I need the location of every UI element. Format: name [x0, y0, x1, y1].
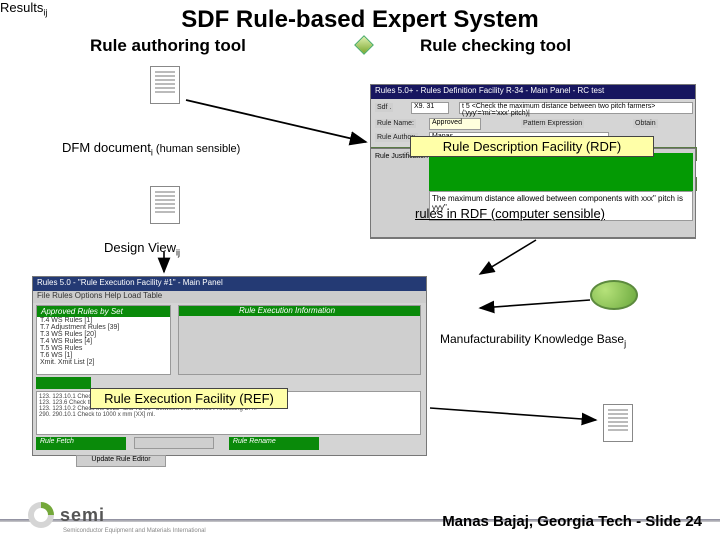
ref-footer: Rule Fetch Rule Rename Update Rule Edito… [36, 437, 421, 453]
ref-window-title: Rules 5.0 - "Rule Execution Facility #1"… [33, 277, 426, 291]
list-item[interactable]: T.3 WS Rules [20] [37, 331, 170, 338]
ref-green-tab [36, 377, 91, 389]
rdf-rule-name-field[interactable]: Approved [429, 118, 481, 130]
dfm-doc-text: DFM document [62, 140, 151, 155]
ref-exec-header: Rule Execution Information [179, 306, 335, 315]
mfg-kb-text: Manufacturability Knowledge Base [440, 332, 624, 346]
ref-callout: Rule Execution Facility (REF) [90, 388, 288, 409]
slide-title: SDF Rule-based Expert System [0, 6, 720, 34]
ref-rules-list[interactable]: Approved Rules by Set T.4 WS Rules [1] T… [36, 305, 171, 375]
rdf-pattern-label: Pattern Expression [521, 119, 584, 128]
ref-rule-fetch-label: Rule Fetch [36, 437, 126, 450]
ref-rule-rename-label: Rule Rename [229, 437, 319, 450]
ref-menu[interactable]: File Rules Options Help Load Table [33, 291, 426, 303]
list-item[interactable]: T.4 WS Rules [4] [37, 338, 170, 345]
ref-rules-header: Approved Rules by Set [37, 306, 170, 317]
ref-fetch-field[interactable] [134, 437, 214, 449]
semi-logo: semi [28, 502, 105, 528]
design-view-label: Design Viewij [104, 240, 180, 258]
semi-tagline: Semiconductor Equipment and Materials In… [63, 528, 206, 534]
left-subtitle: Rule authoring tool [90, 36, 246, 56]
list-item[interactable]: T.5 WS Rules [37, 345, 170, 352]
mfg-kb-label: Manufacturability Knowledge Basej [440, 332, 626, 348]
list-item[interactable]: T.6 WS [1] [37, 352, 170, 359]
design-view-text: Design View [104, 240, 176, 255]
rdf-obtain-label: Obtain [633, 119, 658, 128]
document-icon [150, 186, 180, 224]
semi-logo-icon [28, 502, 54, 528]
log-line: 290. 290.10.1 Check to 1000 x mm [XX] ml… [39, 412, 418, 418]
slide: SDF Rule-based Expert System Rule author… [0, 0, 720, 540]
rdf-callout: Rule Description Facility (RDF) [410, 136, 654, 157]
rdf-id-field[interactable]: X9. 31 [411, 102, 449, 114]
rdf-desc-field[interactable]: t 5 <Check the maximum distance between … [459, 102, 693, 114]
speaker-credit: Manas Bajaj, Georgia Tech - Slide 24 [442, 513, 702, 530]
rdf-lower-panel: Rule Justification (why): The maximum di… [370, 148, 696, 238]
rdf-rule-name-label: Rule Name: [375, 119, 416, 128]
document-icon [150, 66, 180, 104]
design-view-sub: ij [176, 248, 180, 258]
document-icon [603, 404, 633, 442]
list-item[interactable]: T.4 WS Rules [1] [37, 317, 170, 324]
list-item[interactable]: T.7 Adjustment Rules [39] [37, 324, 170, 331]
semi-logo-text: semi [60, 505, 105, 526]
rdf-green-bar [429, 153, 693, 191]
diamond-icon [354, 35, 374, 55]
rdf-rules-label: rules in RDF (computer sensible) [415, 206, 605, 221]
ref-window: Rules 5.0 - "Rule Execution Facility #1"… [32, 276, 427, 456]
rdf-window-title: Rules 5.0+ - Rules Definition Facility R… [371, 85, 695, 99]
right-subtitle: Rule checking tool [420, 36, 571, 56]
update-rule-editor-button[interactable]: Update Rule Editor [76, 455, 166, 467]
dfm-note: (human sensible) [153, 143, 240, 155]
dfm-document-label: DFM documenti (human sensible) [62, 140, 240, 158]
ref-exec-info: Rule Execution Information [178, 305, 421, 375]
knowledge-base-icon [590, 280, 638, 310]
list-item[interactable]: Xmit. Xmit List [2] [37, 359, 170, 366]
rdf-sdf-label: Sdf . [375, 103, 393, 112]
